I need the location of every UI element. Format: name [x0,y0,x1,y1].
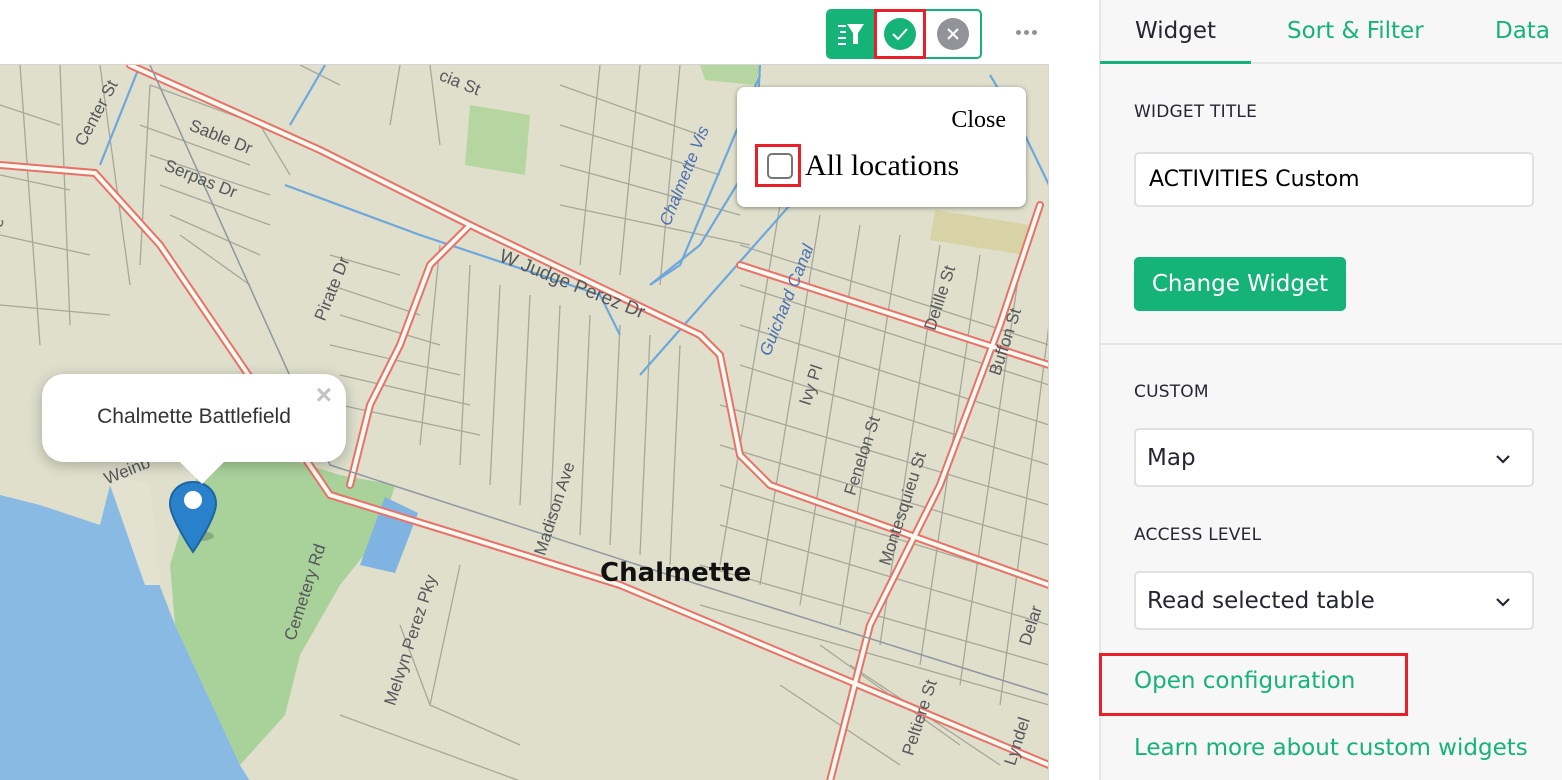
open-configuration-link[interactable]: Open configuration [1134,668,1355,694]
widget-toolbar [826,9,982,59]
park-area [700,65,760,85]
access-level-label: ACCESS LEVEL [1134,525,1262,545]
access-level-select[interactable]: Read selected table [1134,571,1534,630]
revert-filter-button[interactable] [926,11,980,57]
dot [1023,29,1029,35]
check-circle-icon [884,18,916,50]
right-panel: Widget Sort & Filter Data WIDGET TITLE A… [1099,0,1562,780]
custom-label: CUSTOM [1134,382,1209,402]
popup-text: Chalmette Battlefield [97,405,291,428]
divider [1101,343,1562,345]
app-root: Center St Sable Dr Serpas Dr cia St Chal… [0,0,1562,780]
save-filter-button[interactable] [874,11,926,57]
widget-title-input[interactable]: ACTIVITIES Custom [1134,152,1534,207]
tab-data[interactable]: Data [1469,0,1550,62]
layer-control-close[interactable]: Close [951,107,1006,134]
panel-tabs: Widget Sort & Filter Data [1100,0,1562,64]
popup-tip [178,460,226,484]
sort-filter-button[interactable] [828,11,874,57]
commercial-area [930,210,1030,255]
close-circle-icon [937,18,969,50]
learn-more-link[interactable]: Learn more about custom widgets [1134,735,1528,761]
all-locations-checkbox[interactable] [767,153,793,179]
all-locations-label: All locations [805,149,960,182]
access-level-value: Read selected table [1147,587,1375,614]
widget-title-label: WIDGET TITLE [1134,102,1258,122]
marker-popup: × Chalmette Battlefield [42,374,346,484]
layer-control: Close All locations [737,87,1026,207]
layer-option-all-locations[interactable]: All locations [767,149,959,183]
park-area [465,105,530,175]
more-horizontal-icon [1015,29,1021,35]
tab-widget[interactable]: Widget [1100,0,1251,64]
city-label: Chalmette [600,558,752,588]
dot [1031,29,1037,35]
chevron-down-icon [1496,598,1510,607]
tab-sort-filter[interactable]: Sort & Filter [1251,0,1469,62]
custom-widget-select[interactable]: Map [1134,428,1534,487]
sort-filter-icon [838,24,864,45]
more-options-button[interactable] [1012,22,1040,42]
custom-widget-value: Map [1147,444,1196,471]
change-widget-button[interactable]: Change Widget [1134,257,1346,311]
chevron-down-icon [1496,455,1510,464]
map-pin-icon[interactable] [168,478,218,556]
